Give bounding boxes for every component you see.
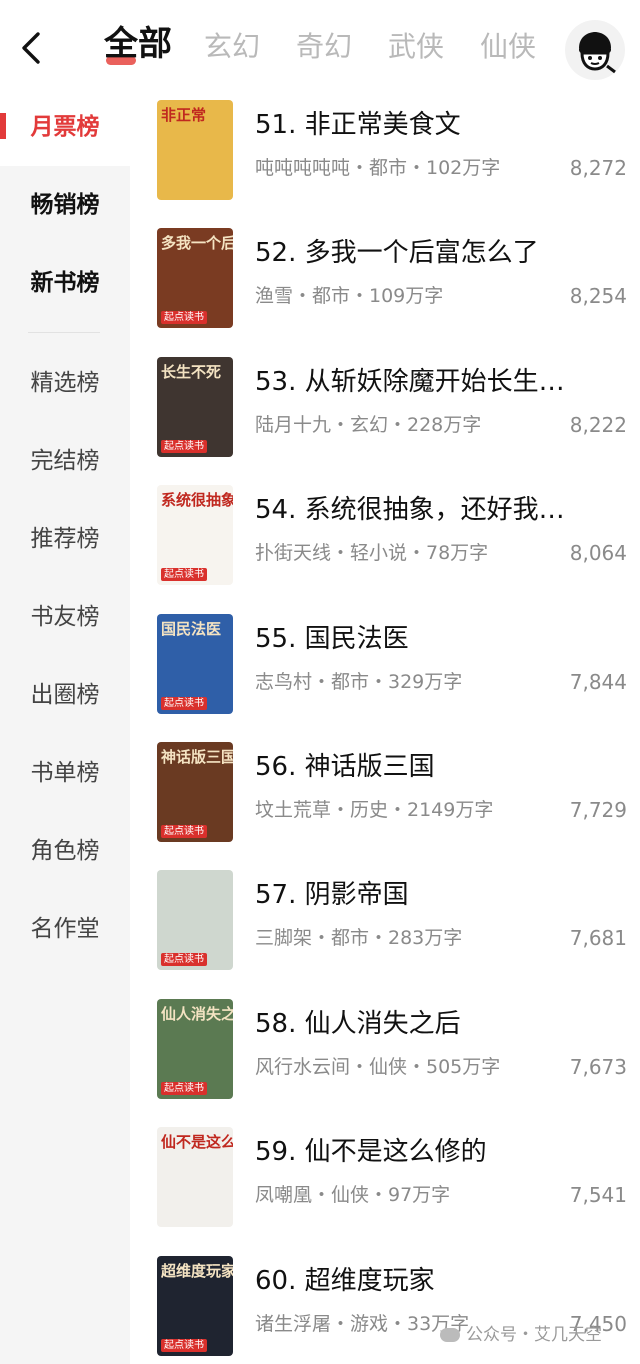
- book-meta: 志鸟村・都市・329万字: [255, 670, 463, 693]
- sidebar-item[interactable]: 角色榜: [0, 826, 130, 876]
- sidebar-divider: [28, 332, 100, 333]
- book-title[interactable]: 57. 阴影帝国: [255, 878, 409, 912]
- book-title[interactable]: 59. 仙不是这么修的: [255, 1135, 487, 1169]
- top-bar: 全部 玄幻 奇幻 武侠 仙侠: [0, 0, 640, 96]
- book-row[interactable]: 非正常 51. 非正常美食文吨吨吨吨吨・都市・102万字 8,272: [157, 100, 627, 204]
- book-meta: 坟土荒草・历史・2149万字: [255, 799, 494, 821]
- avatar[interactable]: [565, 20, 625, 80]
- cover-title-art: 国民法医: [161, 619, 222, 638]
- publisher-badge: 起点读书: [161, 311, 207, 325]
- tab-xuanhuan[interactable]: 玄幻: [204, 27, 260, 67]
- cover-title-art: 多我一个后富怎么了: [161, 234, 233, 253]
- sidebar-item[interactable]: 书单榜: [0, 748, 130, 798]
- book-meta: 吨吨吨吨吨・都市・102万字: [255, 157, 501, 179]
- sidebar-item[interactable]: 新书榜: [0, 258, 130, 308]
- cover-title-art: 长生不死: [161, 362, 222, 381]
- book-title[interactable]: 60. 超维度玩家: [255, 1264, 435, 1298]
- book-cover[interactable]: 国民法医 起点读书: [157, 613, 233, 714]
- book-meta: 渔雪・都市・109万字: [255, 285, 444, 308]
- sidebar-item[interactable]: 推荐榜: [0, 514, 130, 564]
- cover-title-art: 系统很抽象: [161, 491, 233, 510]
- book-cover[interactable]: 长生不死 起点读书: [157, 356, 233, 457]
- book-title[interactable]: 51. 非正常美食文: [255, 108, 461, 142]
- wechat-icon: [440, 1328, 460, 1342]
- watermark: 公众号・艾几天空: [440, 1320, 602, 1350]
- sidebar-item[interactable]: 畅销榜: [0, 180, 130, 230]
- book-row[interactable]: 系统很抽象起点读书 54. 系统很抽象，还好我… 扑街天线・轻小说・78万字 8,06…: [157, 485, 627, 589]
- mascot-face-icon: [579, 32, 616, 74]
- book-title[interactable]: 52. 多我一个后富怎么了: [255, 236, 539, 270]
- monthly-ticket-count: 8,222: [569, 412, 627, 437]
- book-cover[interactable]: 多我一个后富怎么了起点读书: [157, 228, 233, 329]
- monthly-ticket-count: 8,272: [569, 156, 627, 180]
- tab-qihuan[interactable]: 奇幻: [296, 27, 352, 67]
- book-cover[interactable]: 仙不是这么修的: [157, 1127, 233, 1228]
- publisher-badge: 起点读书: [161, 568, 207, 582]
- cover-title-art: 非正常: [161, 106, 207, 124]
- book-title[interactable]: 53. 从斩妖除魔开始长生…: [255, 365, 565, 399]
- sidebar-item[interactable]: 月票榜: [0, 102, 130, 152]
- back-arrow-icon[interactable]: [14, 28, 48, 68]
- sidebar-item[interactable]: 完结榜: [0, 436, 130, 486]
- monthly-ticket-count: 7,673: [569, 1054, 627, 1079]
- book-cover[interactable]: 仙人消失之后起点读书: [157, 998, 233, 1099]
- book-meta: 三脚架・都市・283万字: [255, 927, 463, 950]
- book-title[interactable]: 58. 仙人消失之后: [255, 1007, 461, 1041]
- monthly-ticket-count: 8,064: [569, 541, 627, 566]
- book-row[interactable]: 长生不死起点读书 53. 从斩妖除魔开始长生… 陆月十九・玄幻・228万字 8,222: [157, 356, 627, 461]
- sidebar-item[interactable]: 名作堂: [0, 904, 130, 954]
- publisher-badge: 起点读书: [161, 953, 207, 967]
- tab-xianxia[interactable]: 仙侠: [480, 27, 536, 67]
- publisher-badge: 起点读书: [161, 696, 207, 710]
- watermark-text: 公众号・艾几天空: [466, 1325, 602, 1345]
- cover-title-art: 仙人消失之后: [161, 1004, 233, 1023]
- book-title[interactable]: 55. 国民法医: [255, 622, 409, 656]
- book-cover[interactable]: 非正常: [157, 100, 233, 200]
- monthly-ticket-count: 7,681: [569, 926, 627, 951]
- tab-all[interactable]: 全部: [104, 24, 172, 64]
- book-row[interactable]: 仙人消失之后起点读书 58. 仙人消失之后风行水云间・仙侠・505万字 7,673: [157, 998, 627, 1103]
- book-row[interactable]: 起点读书 57. 阴影帝国三脚架・都市・283万字 7,681: [157, 870, 627, 974]
- book-title[interactable]: 54. 系统很抽象，还好我…: [255, 493, 565, 527]
- book-meta: 风行水云间・仙侠・505万字: [255, 1055, 501, 1078]
- book-row[interactable]: 国民法医起点读书 55. 国民法医志鸟村・都市・329万字 7,844: [157, 613, 627, 718]
- book-cover[interactable]: 神话版三国 起点读书: [157, 742, 233, 842]
- publisher-badge: 起点读书: [161, 825, 207, 838]
- book-meta: 诸生浮屠・游戏・33万字: [255, 1312, 470, 1335]
- publisher-badge: 起点读书: [161, 1081, 207, 1095]
- book-cover[interactable]: 系统很抽象 起点读书: [157, 485, 233, 586]
- book-meta: 凤嘲凰・仙侠・97万字: [255, 1184, 451, 1207]
- book-row[interactable]: 神话版三国起点读书 56. 神话版三国坟土荒草・历史・2149万字 7,729: [157, 742, 627, 846]
- monthly-ticket-count: 7,729: [569, 798, 627, 822]
- book-cover[interactable]: 起点读书: [157, 870, 233, 971]
- sidebar-item[interactable]: 出圈榜: [0, 670, 130, 720]
- cover-title-art: 仙不是这么修的: [161, 1133, 233, 1152]
- monthly-ticket-count: 7,541: [569, 1183, 627, 1208]
- book-row[interactable]: 多我一个后富怎么了起点读书 52. 多我一个后富怎么了渔雪・都市・109万字 8,2…: [157, 228, 627, 332]
- cover-title-art: 超维度玩家: [161, 1261, 233, 1280]
- cover-title-art: 神话版三国: [161, 748, 233, 766]
- book-meta: 陆月十九・玄幻・228万字: [255, 413, 482, 436]
- book-row[interactable]: 仙不是这么修的 59. 仙不是这么修的凤嘲凰・仙侠・97万字 7,541: [157, 1127, 627, 1231]
- publisher-badge: 起点读书: [161, 1338, 207, 1352]
- tab-wuxia[interactable]: 武侠: [388, 27, 444, 67]
- monthly-ticket-count: 7,844: [569, 669, 627, 694]
- book-cover[interactable]: 超维度玩家 起点读书: [157, 1255, 233, 1356]
- sidebar-item[interactable]: 精选榜: [0, 358, 130, 408]
- monthly-ticket-count: 8,254: [569, 284, 627, 309]
- sidebar-item[interactable]: 书友榜: [0, 592, 130, 642]
- book-meta: 扑街天线・轻小说・78万字: [255, 542, 489, 565]
- book-title[interactable]: 56. 神话版三国: [255, 750, 435, 784]
- publisher-badge: 起点读书: [161, 439, 207, 453]
